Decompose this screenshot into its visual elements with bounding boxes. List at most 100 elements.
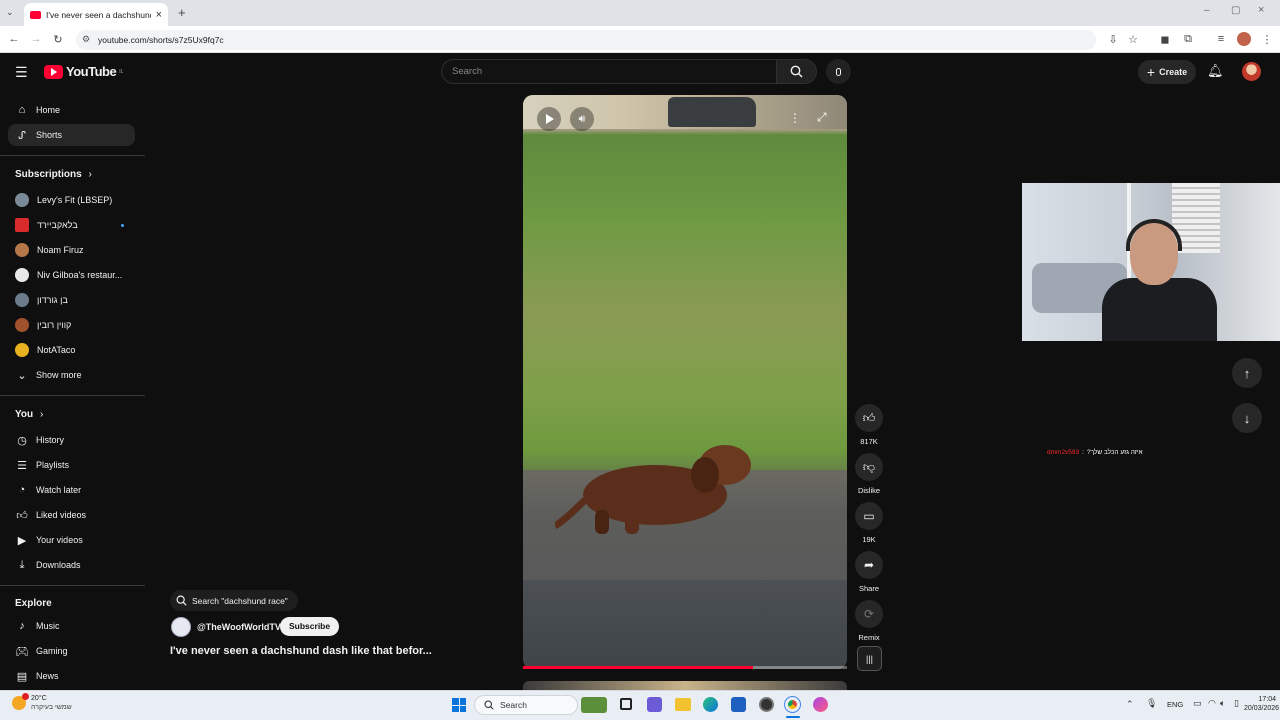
show-more-button[interactable]: ⌄ Show more bbox=[8, 364, 135, 386]
chrome-icon[interactable] bbox=[784, 696, 801, 713]
mute-button[interactable]: 🔊︎ bbox=[570, 107, 594, 131]
messenger-icon[interactable] bbox=[813, 697, 828, 712]
start-button[interactable] bbox=[452, 698, 466, 712]
sidebar-item-playlists[interactable]: ☰ Playlists bbox=[8, 454, 135, 476]
speaker-icon[interactable]: 🔈︎ bbox=[1220, 698, 1225, 709]
reload-icon[interactable]: ↻ bbox=[50, 33, 66, 46]
microphone-tray-icon[interactable]: 🎙︎ bbox=[1146, 698, 1157, 709]
video-shadow bbox=[523, 580, 847, 668]
taskbar-widget-image[interactable] bbox=[581, 697, 607, 713]
site-info-icon[interactable]: ⚙ bbox=[82, 34, 90, 45]
subscription-item[interactable]: בלאקביירד bbox=[8, 214, 135, 236]
sound-thumbnail-button[interactable]: ||| bbox=[857, 646, 882, 671]
sidebar-item-watch-later[interactable]: ◔ Watch later bbox=[8, 479, 135, 501]
clock-date: 20/03/2026 bbox=[1244, 705, 1280, 712]
clock[interactable]: 17:04 20/03/2026 bbox=[1244, 695, 1280, 713]
chat-username: dmm2v593 bbox=[1047, 449, 1080, 456]
sidebar-item-music[interactable]: ♪ Music bbox=[8, 615, 135, 637]
show-hidden-icons-icon[interactable]: ⌃ bbox=[1126, 699, 1134, 710]
sidebar-item-shorts[interactable]: ᔑ Shorts bbox=[8, 124, 135, 146]
sidebar-item-label: Your videos bbox=[36, 535, 83, 545]
browser-menu-icon[interactable]: ⋮ bbox=[1259, 33, 1275, 46]
sidebar-item-label: Watch later bbox=[36, 485, 82, 495]
youtube-play-logo-icon bbox=[44, 64, 63, 79]
voice-search-button[interactable] bbox=[826, 59, 851, 84]
search-box[interactable] bbox=[441, 59, 777, 84]
taskbar-search[interactable]: Search bbox=[474, 695, 578, 715]
new-tab-icon[interactable]: + bbox=[178, 5, 186, 20]
sidebar-item-downloads[interactable]: ⤓ Downloads bbox=[8, 554, 135, 576]
sidebar-item-liked-videos[interactable]: 👍︎ Liked videos bbox=[8, 504, 135, 526]
display-tray-icon[interactable]: ▭ bbox=[1193, 698, 1202, 709]
channel-avatar[interactable] bbox=[171, 617, 191, 637]
sidebar-item-gaming[interactable]: 🎮︎ Gaming bbox=[8, 640, 135, 662]
app-icon-purple[interactable] bbox=[647, 697, 662, 712]
search-button[interactable] bbox=[777, 59, 817, 84]
subscription-item[interactable]: Levy's Fit (LBSEP) bbox=[8, 189, 135, 211]
edge-browser-icon[interactable] bbox=[703, 697, 718, 712]
music-icon: ♪ bbox=[19, 620, 25, 632]
minimize-icon[interactable]: – bbox=[1204, 5, 1210, 16]
create-button[interactable]: + Create bbox=[1138, 60, 1196, 84]
you-heading[interactable]: You › bbox=[15, 409, 43, 420]
browser-tab-active[interactable]: I've never seen a dachshund da × bbox=[24, 3, 168, 26]
account-avatar[interactable] bbox=[1242, 62, 1261, 81]
subscribe-button[interactable]: Subscribe bbox=[280, 617, 340, 636]
tab-search-icon[interactable]: ⌄ bbox=[6, 7, 14, 18]
subscription-item[interactable]: קווין רובין bbox=[8, 314, 135, 336]
previous-short-button[interactable]: ↑ bbox=[1232, 358, 1262, 388]
play-button[interactable] bbox=[537, 107, 561, 131]
comments-button[interactable]: ▭ bbox=[855, 502, 883, 530]
address-bar[interactable] bbox=[76, 30, 1096, 50]
media-control-icon[interactable]: ≡ bbox=[1213, 33, 1229, 45]
subscription-item[interactable]: NotATaco bbox=[8, 339, 135, 361]
channel-avatar bbox=[15, 218, 29, 232]
sidebar-item-home[interactable]: ⌂ Home bbox=[8, 99, 135, 121]
install-app-icon[interactable]: ⇩ bbox=[1105, 33, 1121, 46]
battery-icon[interactable]: ▯ bbox=[1234, 698, 1239, 709]
sidebar-item-your-videos[interactable]: ▶ Your videos bbox=[8, 529, 135, 551]
sidebar-item-news[interactable]: ▤ News bbox=[8, 665, 135, 687]
weather-widget[interactable]: 20°C שמשי בעיקרה bbox=[12, 693, 72, 712]
subscription-item[interactable]: בן גורדון bbox=[8, 289, 135, 311]
channel-handle[interactable]: @TheWoofWorldTV bbox=[197, 622, 281, 632]
like-button[interactable]: 👍︎ bbox=[855, 404, 883, 432]
subscriptions-heading[interactable]: Subscriptions › bbox=[15, 169, 92, 180]
close-window-icon[interactable]: × bbox=[1258, 4, 1264, 16]
input-language[interactable]: ENG bbox=[1167, 700, 1183, 709]
recording-app-icon[interactable] bbox=[759, 697, 774, 712]
wifi-icon[interactable]: ◠ bbox=[1208, 698, 1216, 709]
bookmark-star-icon[interactable]: ☆ bbox=[1125, 33, 1141, 46]
extensions-puzzle-icon[interactable]: ⧉ bbox=[1180, 33, 1196, 46]
webcam-overlay-image bbox=[1022, 183, 1280, 341]
notifications-bell-icon[interactable]: 🔔︎ bbox=[1207, 63, 1224, 79]
short-title[interactable]: I've never seen a dachshund dash like th… bbox=[170, 645, 470, 657]
file-explorer-icon[interactable] bbox=[675, 698, 691, 711]
next-short-button[interactable]: ↓ bbox=[1232, 403, 1262, 433]
close-tab-icon[interactable]: × bbox=[156, 9, 162, 21]
store-icon[interactable] bbox=[731, 697, 746, 712]
guide-menu-icon[interactable]: ☰ bbox=[15, 64, 28, 81]
task-view-icon[interactable] bbox=[620, 698, 632, 710]
chat-message: איזה גזע הכלב שלך? bbox=[1086, 449, 1143, 456]
subscription-item[interactable]: Noam Firuz bbox=[8, 239, 135, 261]
clock-time: 17:04 bbox=[1258, 696, 1276, 703]
profile-avatar-icon[interactable] bbox=[1237, 32, 1251, 46]
sidebar-item-history[interactable]: ◷ History bbox=[8, 429, 135, 451]
fullscreen-icon[interactable]: ⤢ bbox=[817, 110, 827, 125]
share-button[interactable]: ➦ bbox=[855, 551, 883, 579]
forward-icon[interactable]: → bbox=[28, 33, 44, 45]
back-icon[interactable]: ← bbox=[6, 33, 22, 45]
more-options-icon[interactable]: ⋮ bbox=[789, 111, 801, 125]
channel-avatar bbox=[15, 318, 29, 332]
shorts-icon: ᔑ bbox=[18, 129, 26, 142]
subscription-item[interactable]: Niv Gilboa's restaur... bbox=[8, 264, 135, 286]
extension-icon[interactable]: ◼ bbox=[1157, 33, 1173, 46]
remix-button[interactable]: ⟳ bbox=[855, 600, 883, 628]
youtube-logo[interactable]: YouTube IL bbox=[44, 64, 123, 79]
dislike-button[interactable]: 👎︎ bbox=[855, 453, 883, 481]
search-icon bbox=[790, 65, 803, 78]
related-search-chip[interactable]: Search "dachshund race" bbox=[170, 590, 298, 611]
maximize-icon[interactable]: ▢ bbox=[1231, 5, 1240, 16]
weather-desc: שמשי בעיקרה bbox=[31, 704, 72, 711]
